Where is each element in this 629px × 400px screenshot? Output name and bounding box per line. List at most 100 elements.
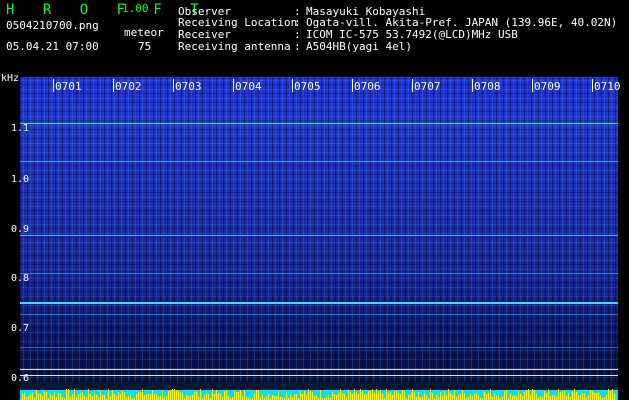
activity-bar xyxy=(460,394,461,400)
activity-bar xyxy=(88,389,89,400)
activity-bar xyxy=(470,394,471,400)
activity-bar xyxy=(564,391,565,400)
activity-bar xyxy=(316,395,317,400)
activity-bar xyxy=(170,390,171,400)
x-tick-label: 0706 xyxy=(354,80,381,93)
activity-bar xyxy=(464,393,465,400)
activity-bar xyxy=(190,396,191,400)
x-tick-mark xyxy=(472,79,473,92)
filename-label: 0504210700.png xyxy=(6,19,99,32)
activity-bar xyxy=(50,394,51,400)
activity-bar xyxy=(614,394,615,400)
activity-bar xyxy=(550,396,551,400)
activity-bar xyxy=(486,394,487,400)
activity-bar xyxy=(148,394,149,400)
activity-bar xyxy=(22,394,23,400)
activity-bar xyxy=(300,391,301,400)
activity-bar xyxy=(584,393,585,400)
activity-bar xyxy=(302,394,303,400)
activity-bar xyxy=(272,395,273,400)
activity-bar xyxy=(474,394,475,400)
activity-bar xyxy=(240,390,241,400)
activity-bar xyxy=(310,391,311,400)
activity-bar xyxy=(114,394,115,400)
activity-bar xyxy=(568,393,569,400)
activity-bar xyxy=(414,392,415,400)
x-tick-mark xyxy=(53,79,54,92)
activity-bar xyxy=(554,395,555,400)
activity-bar xyxy=(74,389,75,400)
activity-bar xyxy=(506,390,507,400)
x-tick-label: 0708 xyxy=(474,80,501,93)
activity-bar xyxy=(182,393,183,400)
activity-bar xyxy=(154,394,155,400)
activity-bar xyxy=(60,394,61,400)
activity-bar xyxy=(192,395,193,400)
activity-bar xyxy=(32,393,33,400)
spectrogram xyxy=(20,77,618,382)
activity-bar xyxy=(366,394,367,400)
activity-bar xyxy=(608,389,609,400)
activity-bar xyxy=(514,395,515,400)
activity-bar xyxy=(610,391,611,400)
activity-bar xyxy=(150,394,151,400)
activity-bar xyxy=(234,391,235,400)
location-value: Ogata-vill. Akita-Pref. JAPAN (139.96E, … xyxy=(306,16,618,29)
x-tick-label: 0704 xyxy=(235,80,262,93)
x-tick-label: 0709 xyxy=(534,80,561,93)
activity-bar xyxy=(612,389,613,400)
activity-bar xyxy=(58,393,59,400)
activity-bar xyxy=(344,394,345,400)
activity-bar xyxy=(410,394,411,400)
activity-bar xyxy=(30,394,31,400)
activity-bar xyxy=(84,396,85,400)
activity-bar xyxy=(368,391,369,400)
activity-bar xyxy=(338,393,339,400)
receiver-label: Receiver xyxy=(178,28,231,41)
y-tick-label: 1.1 xyxy=(11,123,30,134)
activity-bar xyxy=(600,395,601,400)
activity-bar xyxy=(320,390,321,400)
activity-bar xyxy=(296,394,297,400)
activity-bar xyxy=(44,391,45,400)
activity-bar xyxy=(412,389,413,400)
activity-bar xyxy=(290,394,291,400)
activity-bar xyxy=(40,394,41,400)
activity-bar xyxy=(454,390,455,400)
activity-bar xyxy=(42,396,43,400)
activity-bar xyxy=(66,389,67,400)
activity-bar xyxy=(146,394,147,400)
activity-bar xyxy=(130,394,131,400)
activity-bar xyxy=(400,394,401,400)
activity-bar xyxy=(236,392,237,400)
activity-bar xyxy=(372,389,373,400)
activity-bar xyxy=(530,395,531,400)
signal-line xyxy=(20,302,618,304)
activity-bar xyxy=(336,395,337,400)
activity-bar xyxy=(510,393,511,400)
y-tick-label: 0.8 xyxy=(11,273,30,284)
activity-bar xyxy=(224,391,225,400)
activity-bar xyxy=(596,393,597,400)
activity-bar xyxy=(576,392,577,400)
activity-bar xyxy=(562,391,563,400)
activity-bar xyxy=(186,395,187,400)
activity-bar xyxy=(136,394,137,400)
activity-bar xyxy=(38,393,39,400)
activity-bar xyxy=(440,392,441,400)
y-tick-label: 0.7 xyxy=(11,323,30,334)
location-sep: : xyxy=(294,16,301,29)
activity-bar xyxy=(496,396,497,400)
activity-bar xyxy=(458,395,459,400)
receiver-value: ICOM IC-575 53.7492(@LCD)MHz USB xyxy=(306,28,518,41)
activity-bar xyxy=(72,394,73,400)
activity-bar xyxy=(110,396,111,400)
activity-bar xyxy=(546,393,547,400)
signal-line xyxy=(20,369,618,370)
count-label: 75 xyxy=(138,40,152,53)
x-tick-mark xyxy=(532,79,533,92)
activity-bar xyxy=(274,396,275,400)
activity-bar xyxy=(574,389,575,400)
signal-line xyxy=(20,314,618,315)
activity-bar xyxy=(426,395,427,400)
